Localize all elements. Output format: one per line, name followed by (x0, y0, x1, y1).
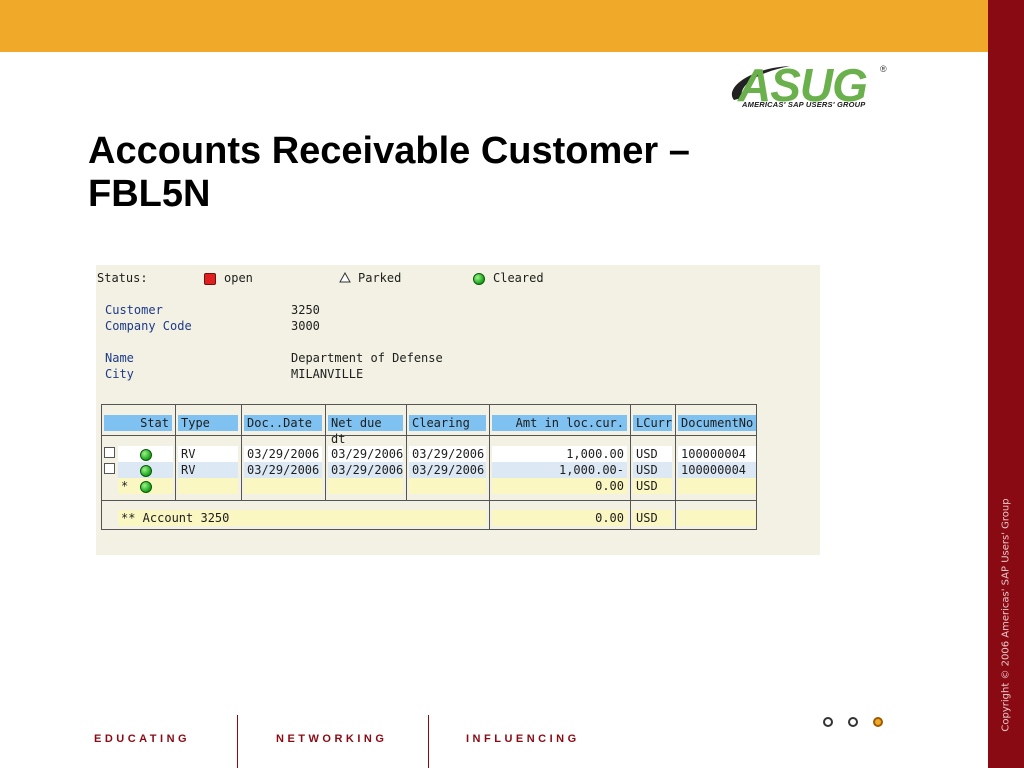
net-due-cell: 03/29/2006 (328, 446, 403, 462)
column-header-type[interactable]: Type (178, 415, 238, 431)
table-divider (630, 500, 631, 530)
title-line-1: Accounts Receivable Customer – (88, 130, 690, 172)
empty-cell (678, 478, 756, 494)
empty-cell (178, 478, 238, 494)
empty-cell (678, 510, 756, 526)
company-code-value: 3000 (291, 319, 320, 333)
document-no-cell: 100000004 (678, 462, 756, 478)
copyright-text: Copyright © 2006 Americas' SAP Users' Gr… (1000, 498, 1012, 732)
total-currency: USD (633, 510, 672, 526)
legend-cleared-text: Cleared (493, 271, 544, 285)
footer-divider (237, 715, 238, 768)
top-accent-bar (0, 0, 988, 52)
column-header-lcurr[interactable]: LCurr (633, 415, 672, 431)
table-divider (102, 435, 756, 436)
table-divider (489, 500, 490, 530)
customer-label: Customer (105, 303, 163, 317)
empty-cell (409, 478, 486, 494)
table-divider (675, 405, 676, 500)
empty-cell (244, 478, 322, 494)
clearing-cell: 03/29/2006 (409, 462, 486, 478)
table-divider (241, 405, 242, 500)
column-header-clearing[interactable]: Clearing (409, 415, 486, 431)
logo-registered-mark: ® (880, 64, 887, 74)
table-divider (102, 500, 756, 501)
total-amount: 0.00 (492, 510, 627, 526)
title-line-2: FBL5N (88, 173, 211, 215)
cleared-status-icon (140, 449, 152, 461)
city-label: City (105, 367, 134, 381)
amount-cell: 1,000.00- (492, 462, 627, 478)
legend-parked-text: Parked (358, 271, 402, 285)
net-due-cell: 03/29/2006 (328, 462, 403, 478)
clearing-cell: 03/29/2006 (409, 446, 486, 462)
footer-networking: NETWORKING (276, 733, 388, 745)
logo-tagline: AMERICAS' SAP USERS' GROUP (742, 100, 866, 109)
table-divider (325, 405, 326, 500)
doc-date-cell: 03/29/2006 (244, 446, 322, 462)
column-header-amount[interactable]: Amt in loc.cur. (492, 415, 627, 431)
cleared-status-icon (140, 465, 152, 477)
document-no-cell: 100000004 (678, 446, 756, 462)
open-status-icon (204, 273, 216, 285)
currency-cell: USD (633, 462, 672, 478)
sap-report-panel: Status: open Parked Cleared Customer 325… (96, 265, 820, 555)
customer-value: 3250 (291, 303, 320, 317)
column-header-stat[interactable]: Stat (104, 415, 172, 431)
row-select-checkbox[interactable] (104, 463, 115, 474)
column-header-document-no[interactable]: DocumentNo (678, 415, 756, 431)
legend-open-text: open (224, 271, 253, 285)
slide-title: Accounts Receivable Customer – FBL5N (88, 130, 948, 216)
amount-cell: 1,000.00 (492, 446, 627, 462)
type-cell: RV (178, 462, 238, 478)
footer-educating: EDUCATING (94, 733, 191, 745)
nav-dot-2-icon[interactable] (848, 717, 858, 727)
name-value: Department of Defense (291, 351, 443, 365)
footer-influencing: INFLUENCING (466, 733, 580, 745)
empty-cell (328, 478, 403, 494)
footer-divider (428, 715, 429, 768)
table-divider (406, 405, 407, 500)
cleared-status-icon (473, 273, 485, 285)
doc-date-cell: 03/29/2006 (244, 462, 322, 478)
company-code-label: Company Code (105, 319, 192, 333)
subtotal-amount: 0.00 (492, 478, 627, 494)
total-label: ** Account 3250 (118, 510, 486, 526)
table-divider (630, 405, 631, 500)
row-select-checkbox[interactable] (104, 447, 115, 458)
parked-status-icon (339, 272, 351, 283)
currency-cell: USD (633, 446, 672, 462)
line-items-table: Stat Type Doc..Date Net due dt Clearing … (101, 404, 757, 530)
nav-dot-1-icon[interactable] (823, 717, 833, 727)
status-legend-label: Status: (97, 271, 148, 285)
table-divider (175, 405, 176, 500)
name-label: Name (105, 351, 134, 365)
nav-dot-3-active-icon[interactable] (873, 717, 883, 727)
table-divider (675, 500, 676, 530)
table-divider (489, 405, 490, 500)
subtotal-currency: USD (633, 478, 672, 494)
city-value: MILANVILLE (291, 367, 364, 381)
cleared-status-icon (140, 481, 152, 493)
type-cell: RV (178, 446, 238, 462)
column-header-net-due-date[interactable]: Net due dt (328, 415, 403, 446)
column-header-doc-date[interactable]: Doc..Date (244, 415, 322, 431)
